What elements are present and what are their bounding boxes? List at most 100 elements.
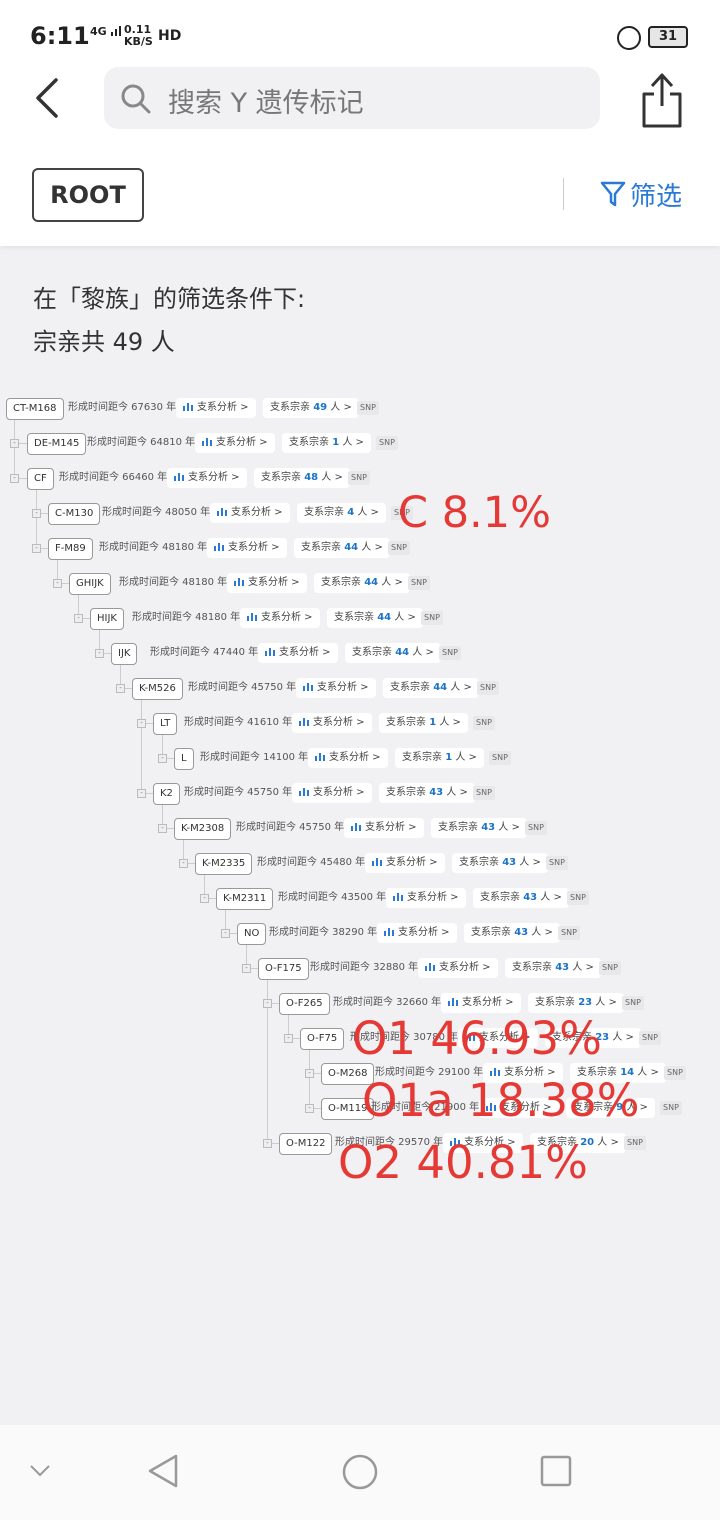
back-button[interactable] [30, 76, 70, 120]
snp-badge[interactable]: SNP [664, 1066, 686, 1080]
snp-badge[interactable]: SNP [348, 471, 370, 485]
collapse-toggle[interactable]: - [284, 1034, 293, 1043]
branch-analysis-button[interactable]: 支系分析 > [365, 853, 445, 873]
collapse-toggle[interactable]: - [137, 789, 146, 798]
haplogroup-node[interactable]: O-F75 [300, 1028, 345, 1050]
haplogroup-node[interactable]: IJK [111, 643, 138, 665]
branch-analysis-button[interactable]: 支系分析 > [308, 748, 388, 768]
snp-badge[interactable]: SNP [473, 786, 495, 800]
branch-analysis-button[interactable]: 支系分析 > [227, 573, 307, 593]
branch-analysis-button[interactable]: 支系分析 > [207, 538, 287, 558]
branch-analysis-button[interactable]: 支系分析 > [418, 958, 498, 978]
collapse-toggle[interactable]: - [158, 824, 167, 833]
branch-kin-button[interactable]: 支系宗亲 43 人 > [473, 888, 569, 908]
nav-recents-icon[interactable] [540, 1455, 572, 1487]
haplogroup-node[interactable]: C-M130 [48, 503, 101, 525]
snp-badge[interactable]: SNP [477, 681, 499, 695]
haplogroup-node[interactable]: O-F265 [279, 993, 330, 1015]
branch-kin-button[interactable]: 支系宗亲 1 人 > [395, 748, 484, 768]
branch-kin-button[interactable]: 支系宗亲 1 人 > [379, 713, 468, 733]
snp-badge[interactable]: SNP [421, 611, 443, 625]
branch-kin-button[interactable]: 支系宗亲 4 人 > [297, 503, 386, 523]
snp-badge[interactable]: SNP [599, 961, 621, 975]
branch-kin-button[interactable]: 支系宗亲 43 人 > [505, 958, 601, 978]
collapse-toggle[interactable]: - [179, 859, 188, 868]
snp-badge[interactable]: SNP [489, 751, 511, 765]
collapse-toggle[interactable]: - [305, 1104, 314, 1113]
branch-analysis-button[interactable]: 支系分析 > [377, 923, 457, 943]
nav-home-icon[interactable] [341, 1453, 379, 1491]
collapse-toggle[interactable]: - [10, 474, 19, 483]
branch-kin-button[interactable]: 支系宗亲 44 人 > [345, 643, 441, 663]
collapse-toggle[interactable]: - [53, 579, 62, 588]
branch-kin-button[interactable]: 支系宗亲 44 人 > [327, 608, 423, 628]
haplogroup-node[interactable]: CF [27, 468, 54, 490]
branch-analysis-button[interactable]: 支系分析 > [441, 993, 521, 1013]
collapse-toggle[interactable]: - [116, 684, 125, 693]
collapse-toggle[interactable]: - [32, 509, 41, 518]
haplogroup-node[interactable]: HIJK [90, 608, 124, 630]
nav-back-icon[interactable] [146, 1453, 182, 1489]
share-button[interactable] [638, 70, 686, 128]
snp-badge[interactable]: SNP [558, 926, 580, 940]
haplogroup-node[interactable]: GHIJK [69, 573, 111, 595]
branch-kin-button[interactable]: 支系宗亲 44 人 > [294, 538, 390, 558]
collapse-toggle[interactable]: - [263, 1139, 272, 1148]
haplogroup-node[interactable]: O-M122 [279, 1133, 333, 1155]
branch-analysis-button[interactable]: 支系分析 > [240, 608, 320, 628]
collapse-toggle[interactable]: - [32, 544, 41, 553]
collapse-toggle[interactable]: - [10, 439, 19, 448]
branch-analysis-button[interactable]: 支系分析 > [386, 888, 466, 908]
snp-badge[interactable]: SNP [567, 891, 589, 905]
snp-badge[interactable]: SNP [624, 1136, 646, 1150]
nav-collapse-icon[interactable] [28, 1463, 52, 1479]
collapse-toggle[interactable]: - [74, 614, 83, 623]
branch-analysis-button[interactable]: 支系分析 > [167, 468, 247, 488]
branch-analysis-button[interactable]: 支系分析 > [195, 433, 275, 453]
haplogroup-node[interactable]: O-F175 [258, 958, 309, 980]
branch-kin-button[interactable]: 支系宗亲 43 人 > [452, 853, 548, 873]
haplogroup-node[interactable]: LT [153, 713, 178, 735]
snp-badge[interactable]: SNP [473, 716, 495, 730]
branch-analysis-button[interactable]: 支系分析 > [176, 398, 256, 418]
snp-badge[interactable]: SNP [639, 1031, 661, 1045]
collapse-toggle[interactable]: - [242, 964, 251, 973]
branch-kin-button[interactable]: 支系宗亲 49 人 > [263, 398, 359, 418]
collapse-toggle[interactable]: - [95, 649, 104, 658]
search-bar[interactable]: 搜索 Y 遗传标记 [104, 67, 600, 129]
branch-kin-button[interactable]: 支系宗亲 43 人 > [464, 923, 560, 943]
collapse-toggle[interactable]: - [200, 894, 209, 903]
haplogroup-node[interactable]: K-M2308 [174, 818, 232, 840]
branch-analysis-button[interactable]: 支系分析 > [258, 643, 338, 663]
snp-badge[interactable]: SNP [525, 821, 547, 835]
snp-badge[interactable]: SNP [388, 541, 410, 555]
snp-badge[interactable]: SNP [546, 856, 568, 870]
snp-badge[interactable]: SNP [660, 1101, 682, 1115]
snp-badge[interactable]: SNP [357, 401, 379, 415]
branch-analysis-button[interactable]: 支系分析 > [296, 678, 376, 698]
branch-kin-button[interactable]: 支系宗亲 44 人 > [383, 678, 479, 698]
collapse-toggle[interactable]: - [305, 1069, 314, 1078]
haplogroup-node[interactable]: DE-M145 [27, 433, 87, 455]
branch-kin-button[interactable]: 支系宗亲 23 人 > [528, 993, 624, 1013]
branch-analysis-button[interactable]: 支系分析 > [210, 503, 290, 523]
branch-kin-button[interactable]: 支系宗亲 48 人 > [254, 468, 350, 488]
snp-badge[interactable]: SNP [376, 436, 398, 450]
branch-kin-button[interactable]: 支系宗亲 1 人 > [282, 433, 371, 453]
collapse-toggle[interactable]: - [221, 929, 230, 938]
branch-analysis-button[interactable]: 支系分析 > [292, 713, 372, 733]
haplogroup-node[interactable]: K-M2335 [195, 853, 253, 875]
snp-badge[interactable]: SNP [622, 996, 644, 1010]
haplogroup-node[interactable]: L [174, 748, 194, 770]
haplogroup-node[interactable]: CT-M168 [6, 398, 64, 420]
branch-analysis-button[interactable]: 支系分析 > [292, 783, 372, 803]
haplogroup-node[interactable]: K2 [153, 783, 180, 805]
collapse-toggle[interactable]: - [158, 754, 167, 763]
snp-badge[interactable]: SNP [408, 576, 430, 590]
branch-kin-button[interactable]: 支系宗亲 43 人 > [379, 783, 475, 803]
branch-kin-button[interactable]: 支系宗亲 44 人 > [314, 573, 410, 593]
collapse-toggle[interactable]: - [137, 719, 146, 728]
collapse-toggle[interactable]: - [263, 999, 272, 1008]
filter-button[interactable]: 筛选 [600, 174, 682, 214]
branch-kin-button[interactable]: 支系宗亲 43 人 > [431, 818, 527, 838]
